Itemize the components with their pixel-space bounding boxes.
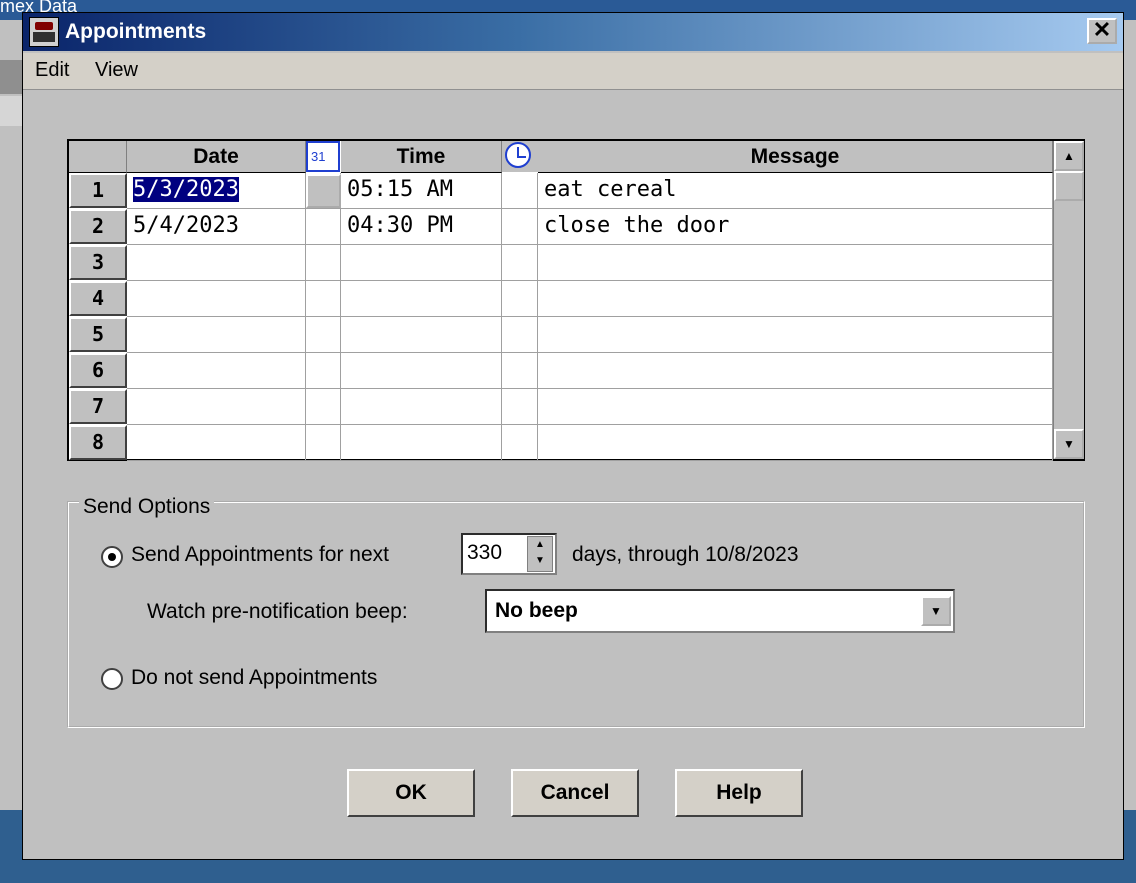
app-icon[interactable] — [29, 17, 59, 47]
time-picker-cell[interactable] — [502, 209, 538, 245]
date-picker-cell[interactable] — [306, 317, 341, 353]
time-picker-cell[interactable] — [502, 425, 538, 461]
column-header-date[interactable]: Date — [127, 141, 306, 173]
time-picker-cell[interactable] — [502, 245, 538, 281]
row-number[interactable]: 3 — [69, 245, 127, 280]
date-cell[interactable] — [127, 245, 306, 281]
column-header-message[interactable]: Message — [538, 141, 1053, 173]
message-cell[interactable] — [538, 281, 1053, 317]
appointments-grid: Date 31 Time Message 1 5/3/2023 05:15 AM ea… — [67, 139, 1085, 461]
help-button[interactable]: Help — [675, 769, 803, 817]
days-through-label: days, through 10/8/2023 — [572, 543, 799, 566]
message-cell[interactable]: close the door — [538, 209, 1053, 245]
date-cell-text: 5/4/2023 — [133, 213, 239, 238]
send-appointments-label[interactable]: Send Appointments for next — [131, 543, 389, 567]
beep-dropdown[interactable]: No beep ▼ — [485, 589, 955, 633]
message-cell-text: close the door — [544, 213, 730, 238]
message-cell[interactable] — [538, 425, 1053, 461]
message-cell[interactable] — [538, 245, 1053, 281]
time-cell[interactable]: 04:30 PM — [341, 209, 502, 245]
message-cell[interactable] — [538, 317, 1053, 353]
background-panel-fragment — [0, 96, 24, 126]
date-cell[interactable] — [127, 281, 306, 317]
row-number[interactable]: 8 — [69, 425, 127, 460]
row-number[interactable]: 2 — [69, 209, 127, 244]
do-not-send-radio[interactable] — [101, 668, 123, 690]
time-cell[interactable] — [341, 425, 502, 461]
message-cell[interactable] — [538, 353, 1053, 389]
time-picker-cell[interactable] — [502, 353, 538, 389]
time-picker-cell[interactable] — [502, 281, 538, 317]
scroll-up-button[interactable]: ▲ — [1054, 141, 1084, 171]
date-cell[interactable]: 5/4/2023 — [127, 209, 306, 245]
days-value[interactable]: 330 — [467, 541, 502, 565]
time-cell[interactable] — [341, 281, 502, 317]
date-cell[interactable]: 5/3/2023 — [127, 173, 306, 209]
row-number[interactable]: 5 — [69, 317, 127, 352]
date-picker-cell[interactable] — [306, 353, 341, 389]
cancel-button[interactable]: Cancel — [511, 769, 639, 817]
time-cell-text: 05:15 AM — [347, 177, 453, 202]
spinner-arrows-icon[interactable]: ▲ ▼ — [527, 536, 553, 572]
time-picker-cell[interactable] — [502, 317, 538, 353]
message-cell[interactable] — [538, 389, 1053, 425]
time-picker-cell[interactable] — [502, 389, 538, 425]
row-number[interactable]: 6 — [69, 353, 127, 388]
send-appointments-radio[interactable] — [101, 546, 123, 568]
row-number[interactable]: 4 — [69, 281, 127, 316]
chevron-down-icon[interactable]: ▼ — [921, 596, 951, 626]
date-picker-cell[interactable] — [306, 209, 341, 245]
time-cell[interactable] — [341, 389, 502, 425]
row-number[interactable]: 1 — [69, 173, 127, 208]
date-cell[interactable] — [127, 353, 306, 389]
date-picker-cell[interactable] — [306, 425, 341, 461]
send-options-label: Send Options — [79, 495, 215, 519]
column-header-time[interactable]: Time — [341, 141, 502, 173]
date-cell[interactable] — [127, 389, 306, 425]
row-number[interactable]: 7 — [69, 389, 127, 424]
message-cell[interactable]: eat cereal — [538, 173, 1053, 209]
grid-scrollbar[interactable]: ▲ ▼ — [1053, 141, 1084, 459]
message-cell-text: eat cereal — [544, 177, 677, 202]
date-picker-cell[interactable] — [306, 281, 341, 317]
clock-icon[interactable] — [502, 141, 538, 172]
date-cell[interactable] — [127, 317, 306, 353]
scroll-thumb[interactable] — [1054, 171, 1084, 201]
ok-button[interactable]: OK — [347, 769, 475, 817]
appointments-dialog: Appointments ✕ Edit View Date 31 Time Me… — [22, 12, 1124, 860]
days-spinner[interactable]: 330 ▲ ▼ — [461, 533, 557, 575]
date-picker-cell[interactable] — [306, 245, 341, 281]
window-title: Appointments — [65, 20, 207, 43]
calendar-icon[interactable]: 31 — [306, 141, 340, 172]
beep-label: Watch pre-notification beep: — [147, 600, 408, 623]
date-cell[interactable] — [127, 425, 306, 461]
do-not-send-label[interactable]: Do not send Appointments — [131, 666, 377, 690]
date-picker-cell[interactable] — [306, 389, 341, 425]
beep-value: No beep — [495, 599, 578, 622]
menu-edit[interactable]: Edit — [35, 59, 69, 82]
time-cell[interactable] — [341, 317, 502, 353]
scroll-down-button[interactable]: ▼ — [1054, 429, 1084, 459]
close-button[interactable]: ✕ — [1087, 18, 1117, 44]
date-cell-text: 5/3/2023 — [133, 177, 239, 202]
time-cell[interactable] — [341, 353, 502, 389]
menu-bar: Edit View — [23, 53, 1123, 90]
calendar-icon-text: 31 — [311, 149, 326, 164]
time-picker-cell[interactable] — [502, 173, 538, 209]
time-cell-text: 04:30 PM — [347, 213, 453, 238]
time-cell[interactable] — [341, 245, 502, 281]
title-bar[interactable]: Appointments ✕ — [23, 13, 1123, 51]
menu-view[interactable]: View — [95, 59, 138, 82]
time-cell[interactable]: 05:15 AM — [341, 173, 502, 209]
background-toolbar-fragment — [0, 60, 24, 94]
corner-header — [69, 141, 127, 173]
date-picker-button[interactable] — [306, 174, 341, 208]
